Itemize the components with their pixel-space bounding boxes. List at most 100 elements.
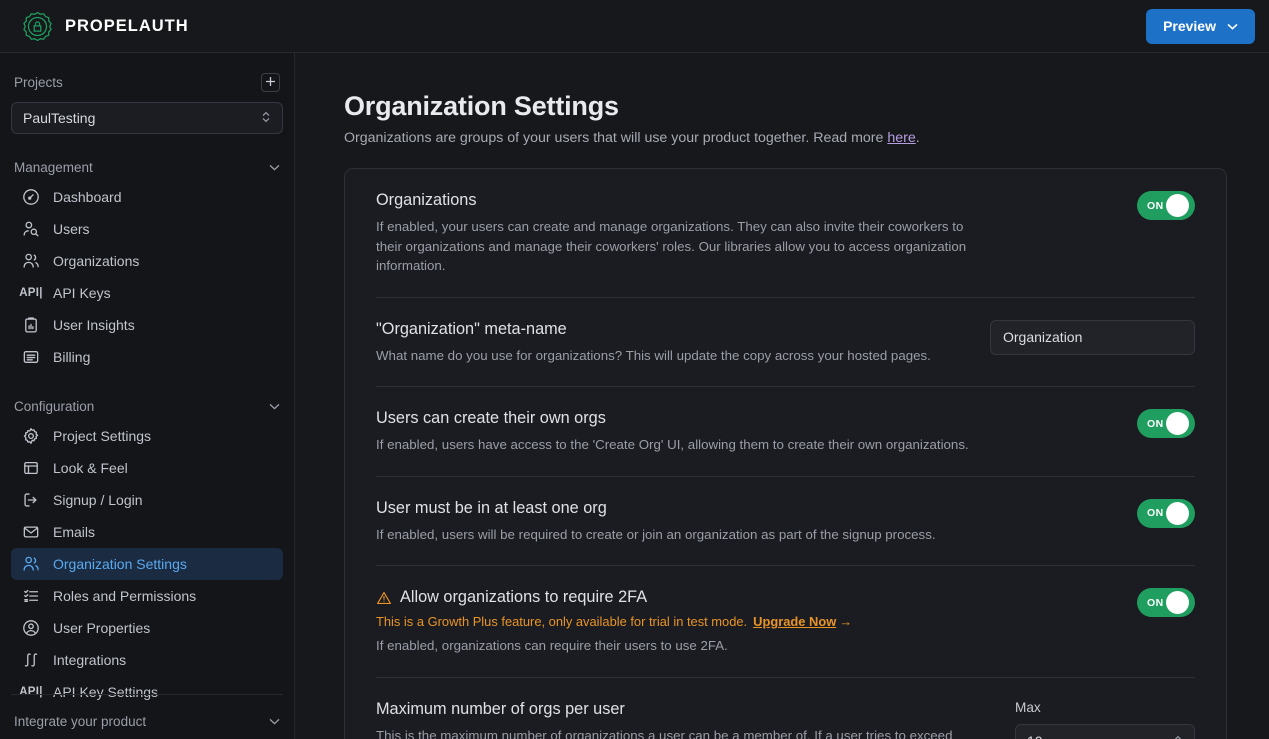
settings-row-title: Allow organizations to require 2FA [400,588,648,607]
envelope-icon [22,523,40,541]
sidebar-item-integrations[interactable]: Integrations [11,644,283,676]
settings-row-control: ON [1137,588,1195,618]
settings-panel: Organizations If enabled, your users can … [344,168,1227,739]
users-icon [22,555,40,573]
settings-toggle[interactable]: ON [1137,191,1195,220]
page-subtitle: Organizations are groups of your users t… [344,130,1227,146]
body: Projects PaulTesting Management Dashboard… [0,53,1269,739]
settings-row-left: User must be in at least one org If enabl… [376,499,1113,545]
settings-row-description: If enabled, users will be required to cr… [376,526,936,542]
preview-button[interactable]: Preview [1146,8,1255,44]
settings-row-description: What name do you use for organizations? … [376,347,931,363]
clipboard-chart-icon [22,316,40,334]
sidebar-item-users[interactable]: Users [11,213,283,245]
login-arrow-icon [22,491,40,509]
integrations-icon [22,651,40,669]
max-orgs-input[interactable] [1027,733,1147,739]
settings-row-title: Maximum number of orgs per user [376,699,625,718]
sidebar-item-label: Organization Settings [53,556,187,572]
brand[interactable]: PROPELAUTH [22,11,189,42]
max-orgs-label: Max [1015,699,1041,715]
add-project-button[interactable] [261,72,280,92]
settings-row-title: "Organization" meta-name [376,319,567,338]
settings-row-title-wrap: Organizations [376,191,1113,210]
settings-row-description: This is the maximum number of organizati… [376,727,953,739]
projects-label: Projects [14,74,63,90]
sidebar-group-management[interactable]: Management [11,153,283,181]
sidebar-item-label: Roles and Permissions [53,588,197,604]
gear-icon [22,427,40,445]
preview-button-label: Preview [1163,18,1216,34]
sidebar-item-label: Project Settings [53,428,152,444]
sidebar-item-emails[interactable]: Emails [11,516,283,548]
checklist-icon [22,587,40,605]
settings-row-control: ON [1137,409,1195,439]
max-orgs-input-wrap[interactable] [1015,723,1195,739]
project-selector[interactable]: PaulTesting [11,102,283,134]
settings-toggle[interactable]: ON [1137,588,1195,618]
upgrade-now-link[interactable]: Upgrade Now [753,614,836,629]
settings-row-title: Organizations [376,191,477,209]
users-icon [22,252,40,270]
sidebar-item-organizations[interactable]: Organizations [11,245,283,277]
shield-lock-icon [22,11,53,42]
toggle-knob [1166,501,1189,525]
sidebar-item-dashboard[interactable]: Dashboard [11,181,283,213]
sidebar-item-label: Dashboard [53,189,122,205]
sidebar-item-signup-login[interactable]: Signup / Login [11,484,283,516]
sidebar: Projects PaulTesting Management Dashboard… [0,53,295,739]
settings-row-left: "Organization" meta-name What name do you… [376,320,966,366]
toggle-state-label: ON [1147,199,1164,212]
app-root: PROPELAUTH Preview Projects PaulTesting [0,0,1269,739]
settings-row-title-wrap: Users can create their own orgs [376,409,1113,428]
sidebar-group-integrate[interactable]: Integrate your product [11,707,283,735]
sidebar-item-label: API Keys [53,285,111,301]
sidebar-item-roles-and-permissions[interactable]: Roles and Permissions [11,580,283,612]
sidebar-item-label: User Insights [53,317,135,333]
settings-row-description: If enabled, users have access to the 'Cr… [376,437,969,453]
sidebar-groups: Management Dashboard Users Organizations API… [11,153,283,708]
sidebar-item-api-keys[interactable]: API| API Keys [11,277,283,309]
page-subtitle-text: Organizations are groups of your users t… [344,130,888,146]
sidebar-group-label: Integrate your product [14,713,147,729]
sidebar-item-label: Organizations [53,253,140,269]
sidebar-item-label: Billing [53,349,91,365]
sidebar-item-billing[interactable]: Billing [11,341,283,373]
sidebar-item-label: Users [53,221,90,237]
toggle-knob [1166,194,1189,217]
sidebar-group-configuration[interactable]: Configuration [11,392,283,420]
chevron-down-icon [1227,23,1238,30]
arrow-right-icon: → [839,614,853,630]
page-subtitle-suffix: . [915,130,920,146]
sidebar-item-user-properties[interactable]: User Properties [11,612,283,644]
warning-triangle-icon [376,590,392,606]
sidebar-item-project-settings[interactable]: Project Settings [11,420,283,452]
settings-row-description: If enabled, your users can create and ma… [376,219,967,274]
settings-toggle[interactable]: ON [1137,409,1195,439]
settings-row-title: Users can create their own orgs [376,409,606,428]
max-orgs-field: Max [1015,700,1195,739]
main-content: Organization Settings Organizations are … [295,53,1269,739]
sidebar-group-label: Configuration [14,398,95,414]
toggle-state-label: ON [1147,596,1164,609]
user-search-icon [22,220,40,238]
meta-name-input[interactable] [990,319,1195,355]
sidebar-group-label: Management [14,159,93,175]
sidebar-item-look-feel[interactable]: Look & Feel [11,452,283,484]
stepper-icon[interactable] [1173,734,1183,739]
settings-toggle[interactable]: ON [1137,498,1195,528]
settings-row-title-wrap: "Organization" meta-name [376,320,966,339]
settings-row-control: ON [1137,498,1195,528]
sidebar-item-user-insights[interactable]: User Insights [11,309,283,341]
sidebar-bottom-group: Integrate your product [11,694,283,735]
page-title: Organization Settings [344,91,619,121]
settings-row: Maximum number of orgs per user This is t… [376,678,1195,739]
sidebar-item-organization-settings[interactable]: Organization Settings [11,548,283,580]
sidebar-item-label: Emails [53,524,96,540]
settings-row-title-wrap: User must be in at least one org [376,499,1113,518]
read-more-link[interactable]: here [887,130,915,146]
settings-row-title-wrap: Maximum number of orgs per user [376,700,991,719]
settings-row: Allow organizations to require 2FA This i… [376,566,1195,678]
settings-row-control [990,319,1195,355]
list-card-icon [22,348,40,366]
